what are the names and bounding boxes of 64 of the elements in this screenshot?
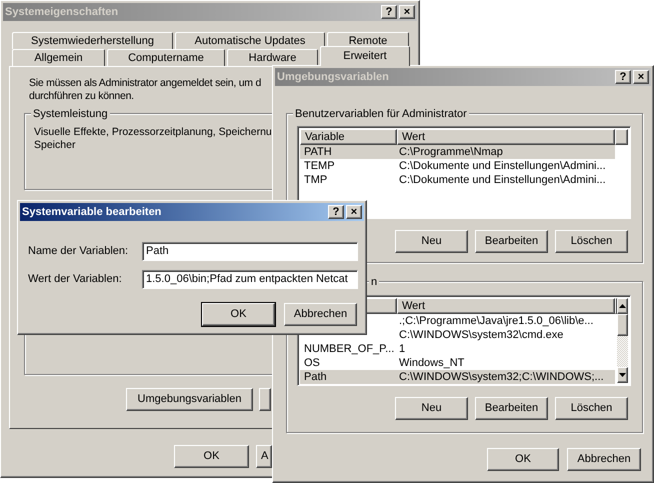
variable-value: 1: [398, 342, 406, 356]
close-button[interactable]: ×: [633, 70, 649, 84]
variable-value: C:\WINDOWS\system32\cmd.exe: [398, 328, 564, 342]
input-field[interactable]: 1.5.0_06\bin;Pfad zum entpackten Netcat: [142, 270, 358, 289]
ok-button[interactable]: OK: [174, 445, 249, 468]
tab[interactable]: Erweitert: [320, 46, 410, 66]
input-field[interactable]: Path: [142, 242, 358, 261]
variable-value: C:\Dokumente und Einstellungen\Admini...: [398, 159, 607, 173]
variable-name: OS: [303, 356, 321, 370]
column-header[interactable]: Wert: [397, 129, 615, 145]
variable-name: PATH: [303, 145, 333, 159]
window-title: Systemvariable bearbeiten: [22, 204, 162, 220]
variable-name: Path: [303, 370, 328, 384]
field-label: Wert der Variablen:: [28, 272, 123, 288]
column-header: [615, 129, 628, 145]
variable-name: TMP: [303, 173, 328, 187]
close-button[interactable]: ×: [399, 5, 415, 19]
cancel-button[interactable]: Abbrechen: [284, 303, 357, 326]
scrollbar-track[interactable]: [617, 298, 628, 383]
cancel-button[interactable]: Abbrechen: [567, 448, 641, 471]
window-title: Systemeigenschaften: [5, 4, 118, 20]
tab[interactable]: Computername: [107, 49, 225, 66]
group-text: Speicher: [34, 139, 76, 152]
delete-button[interactable]: Löschen: [555, 230, 628, 253]
help-button[interactable]: ?: [615, 70, 631, 84]
panel-button[interactable]: [259, 388, 271, 411]
tab[interactable]: Systemwiederherstellung: [12, 32, 173, 49]
variable-name: TEMP: [303, 159, 336, 173]
scroll-up-button[interactable]: [617, 298, 628, 314]
tab[interactable]: Allgemein: [12, 49, 105, 66]
column-header[interactable]: Wert: [397, 298, 615, 314]
cancel-button[interactable]: A: [256, 445, 272, 468]
new-button[interactable]: Neu: [395, 230, 468, 253]
up-arrow-icon: [619, 304, 626, 308]
tab[interactable]: Hardware: [227, 49, 318, 66]
edit-button[interactable]: Bearbeiten: [475, 397, 548, 420]
field-label: Name der Variablen:: [28, 244, 130, 260]
tab[interactable]: Automatische Updates: [175, 32, 325, 49]
variable-name: NUMBER_OF_P...: [303, 342, 396, 356]
variable-value: .;C:\Programme\Java\jre1.5.0_06\lib\e...: [398, 314, 594, 328]
help-button[interactable]: ?: [381, 5, 397, 19]
notice-text: durchführen zu können.: [29, 90, 134, 103]
group-title: Systemleistung: [31, 106, 110, 122]
variable-value: C:\Programme\Nmap: [398, 145, 504, 159]
list-row[interactable]: PATH C:\Programme\Nmap: [300, 145, 615, 159]
environment-variables-button[interactable]: Umgebungsvariablen: [126, 388, 253, 411]
list-row[interactable]: Path C:\WINDOWS\system32;C:\WINDOWS;...: [300, 370, 615, 384]
scroll-thumb[interactable]: [617, 314, 628, 336]
variable-value: Windows_NT: [398, 356, 466, 370]
variable-value: C:\Dokumente und Einstellungen\Admini...: [398, 173, 607, 187]
scroll-down-button[interactable]: [617, 367, 628, 383]
new-button[interactable]: Neu: [395, 397, 468, 420]
notice-text: Sie müssen als Administrator angemeldet sein, um d: [29, 77, 262, 90]
help-button[interactable]: ?: [328, 205, 344, 219]
ok-button[interactable]: OK: [487, 448, 559, 471]
variable-value: C:\WINDOWS\system32;C:\WINDOWS;...: [398, 370, 605, 384]
column-header[interactable]: Variable: [300, 129, 397, 145]
group-text: Visuelle Effekte, Prozessorzeitplanung, Speichernu: [34, 126, 272, 139]
close-button[interactable]: ×: [346, 205, 362, 219]
ok-button[interactable]: OK: [202, 303, 275, 326]
delete-button[interactable]: Löschen: [555, 397, 628, 420]
edit-button[interactable]: Bearbeiten: [475, 230, 548, 253]
window-title: Umgebungsvariablen: [277, 70, 389, 85]
down-arrow-icon: [619, 373, 626, 377]
